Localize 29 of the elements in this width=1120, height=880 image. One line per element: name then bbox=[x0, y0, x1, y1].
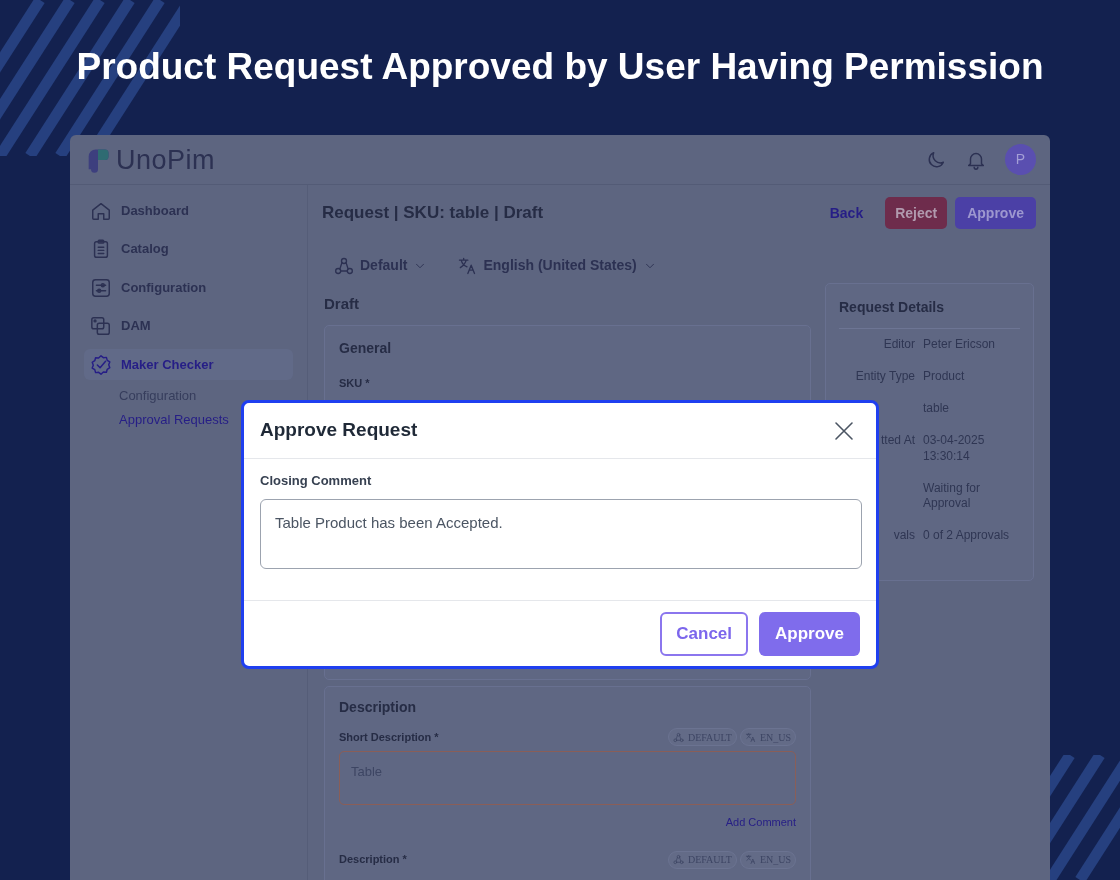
sidebar-item[interactable]: Maker Checker bbox=[84, 349, 293, 380]
back-link[interactable]: Back bbox=[815, 197, 878, 229]
images-icon bbox=[90, 315, 112, 337]
page-heading: Product Request Approved by User Having Permission bbox=[76, 45, 1044, 89]
comment-field[interactable]: Table Product has been Accepted. bbox=[260, 498, 862, 569]
add-comment-link[interactable]: Add Comment bbox=[725, 814, 796, 831]
field-label: Description * bbox=[339, 852, 407, 868]
approve-button[interactable]: Approve bbox=[955, 197, 1036, 229]
field-label: Short Description * bbox=[339, 729, 439, 745]
user-avatar[interactable]: P bbox=[1005, 144, 1036, 175]
channel-icon bbox=[334, 255, 354, 276]
approve-button[interactable]: Approve bbox=[759, 611, 860, 656]
translate-icon bbox=[744, 854, 756, 865]
sliders-icon bbox=[90, 276, 112, 299]
check-badge-icon bbox=[90, 353, 112, 376]
dialog-title: Approve Request bbox=[260, 418, 418, 443]
card-title: Request Details bbox=[839, 297, 1020, 329]
cancel-button[interactable]: Cancel bbox=[660, 611, 749, 656]
section-heading: Draft bbox=[324, 295, 360, 313]
field-label: SKU * bbox=[339, 376, 371, 391]
card-title: General bbox=[339, 339, 393, 358]
translate-icon bbox=[744, 731, 756, 743]
channel-icon bbox=[672, 854, 684, 865]
card-title: Description bbox=[339, 698, 417, 717]
channel-icon bbox=[672, 731, 684, 743]
translate-icon bbox=[457, 255, 478, 276]
field-label: Closing Comment bbox=[260, 472, 373, 490]
reject-button[interactable]: Reject bbox=[885, 197, 948, 229]
page-title: Request | SKU: table | Draft bbox=[322, 202, 544, 225]
